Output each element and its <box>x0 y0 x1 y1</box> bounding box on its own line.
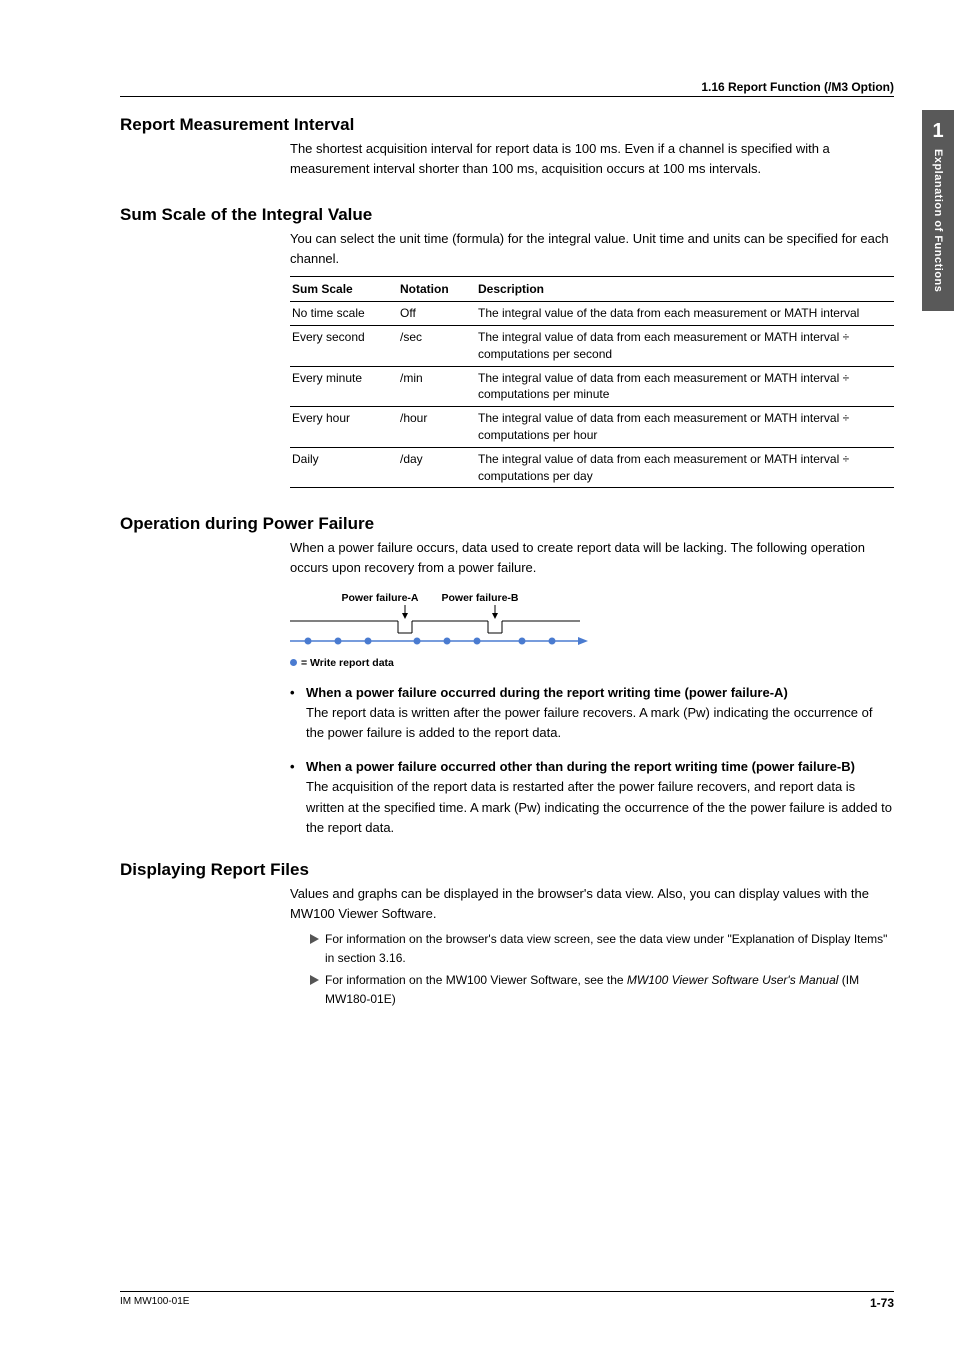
cell: No time scale <box>290 302 398 326</box>
reference-item: For information on the browser's data vi… <box>310 930 894 967</box>
cell: /day <box>398 447 476 488</box>
bullet-body: The report data is written after the pow… <box>306 705 872 740</box>
table-header: Description <box>476 276 894 302</box>
cell: Every minute <box>290 366 398 407</box>
paragraph: When a power failure occurs, data used t… <box>290 538 894 578</box>
heading-sum-scale: Sum Scale of the Integral Value <box>120 205 894 225</box>
cell: The integral value of data from each mea… <box>476 447 894 488</box>
triangle-icon <box>310 975 319 985</box>
cell: The integral value of data from each mea… <box>476 366 894 407</box>
legend-dot-icon <box>290 659 297 666</box>
legend-text: = Write report data <box>301 657 394 669</box>
heading-power-failure: Operation during Power Failure <box>120 514 894 534</box>
cell: The integral value of the data from each… <box>476 302 894 326</box>
cell: Daily <box>290 447 398 488</box>
diagram-legend: = Write report data <box>290 655 894 671</box>
table-row: Every hour /hour The integral value of d… <box>290 407 894 448</box>
heading-report-measurement-interval: Report Measurement Interval <box>120 115 894 135</box>
sum-scale-table: Sum Scale Notation Description No time s… <box>290 276 894 489</box>
footer-page-number: 1-73 <box>870 1296 894 1310</box>
power-failure-diagram: Power failure-A Power failure-B <box>290 591 894 671</box>
cell: /sec <box>398 325 476 366</box>
diagram-label-b: Power failure-B <box>441 592 518 604</box>
bullet-item: When a power failure occurred during the… <box>290 683 894 743</box>
table-row: No time scale Off The integral value of … <box>290 302 894 326</box>
paragraph: The shortest acquisition interval for re… <box>290 139 894 179</box>
heading-displaying-report-files: Displaying Report Files <box>120 860 894 880</box>
cell: The integral value of data from each mea… <box>476 407 894 448</box>
cell: Off <box>398 302 476 326</box>
reference-text: For information on the browser's data vi… <box>325 930 894 967</box>
triangle-icon <box>310 934 319 944</box>
cell: /min <box>398 366 476 407</box>
reference-text: For information on the MW100 Viewer Soft… <box>325 971 894 1008</box>
paragraph: Values and graphs can be displayed in th… <box>290 884 894 924</box>
paragraph: You can select the unit time (formula) f… <box>290 229 894 269</box>
reference-item: For information on the MW100 Viewer Soft… <box>310 971 894 1008</box>
table-row: Every second /sec The integral value of … <box>290 325 894 366</box>
cell: The integral value of data from each mea… <box>476 325 894 366</box>
table-header: Notation <box>398 276 476 302</box>
bullet-item: When a power failure occurred other than… <box>290 757 894 838</box>
cell: /hour <box>398 407 476 448</box>
bullet-body: The acquisition of the report data is re… <box>306 779 892 834</box>
table-row: Daily /day The integral value of data fr… <box>290 447 894 488</box>
diagram-label-a: Power failure-A <box>341 592 418 604</box>
table-row: Every minute /min The integral value of … <box>290 366 894 407</box>
header-crumb: 1.16 Report Function (/M3 Option) <box>120 80 894 97</box>
bullet-lead: When a power failure occurred other than… <box>306 757 894 777</box>
bullet-lead: When a power failure occurred during the… <box>306 683 894 703</box>
table-header: Sum Scale <box>290 276 398 302</box>
footer-left: IM MW100-01E <box>120 1296 189 1310</box>
page-footer: IM MW100-01E 1-73 <box>120 1291 894 1310</box>
cell: Every second <box>290 325 398 366</box>
cell: Every hour <box>290 407 398 448</box>
